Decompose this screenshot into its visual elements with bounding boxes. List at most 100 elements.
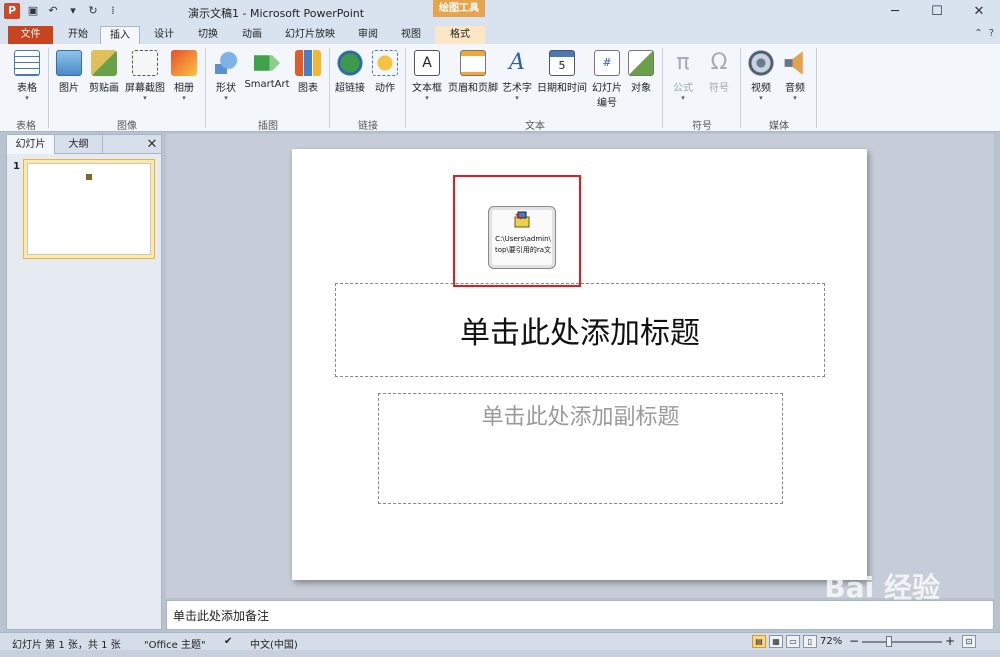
textbox-button[interactable]: A 文本框 ▾: [410, 50, 444, 102]
audio-button[interactable]: 音频 ▾: [780, 50, 810, 102]
tab-slides[interactable]: 幻灯片: [7, 135, 55, 154]
picture-button[interactable]: 图片: [54, 50, 84, 94]
wordart-icon: A: [509, 50, 525, 75]
slide-canvas[interactable]: C:\Users\admin\ top\要引用的ra文 单击此处添加标题 单击此…: [292, 149, 867, 580]
title-bar: P ▣ ↶ ▾ ↻ ⁞ 演示文稿1 - Microsoft PowerPoint…: [0, 0, 1000, 24]
smartart-icon: [254, 55, 280, 71]
reading-view-icon[interactable]: ▭: [786, 635, 800, 648]
zoom-slider-track[interactable]: [862, 641, 942, 643]
ribbon: 表格 ▾ 表格 图片 剪贴画 屏幕截图 ▾ 相册 ▾ 图像 形状 ▾ Smart…: [0, 44, 1000, 132]
embedded-object-path: C:\Users\admin\ top\要引用的ra文: [492, 234, 554, 256]
chart-label: 图表: [298, 83, 318, 94]
window-title: 演示文稿1 - Microsoft PowerPoint: [188, 7, 365, 20]
embedded-object[interactable]: C:\Users\admin\ top\要引用的ra文: [488, 206, 556, 269]
slide-number-button[interactable]: # 幻灯片 编号: [590, 50, 624, 109]
chevron-down-icon: ▾: [25, 94, 29, 102]
notes-placeholder: 单击此处添加备注: [173, 609, 270, 623]
slide-number-label-2: 编号: [597, 98, 617, 109]
group-label-symbols: 符号: [692, 121, 712, 132]
slideshow-view-icon[interactable]: ▯: [803, 635, 817, 648]
tab-insert[interactable]: 插入: [100, 26, 140, 44]
tab-review[interactable]: 审阅: [348, 26, 388, 44]
tab-home[interactable]: 开始: [58, 26, 98, 44]
chevron-down-icon: ▾: [681, 94, 685, 102]
action-button[interactable]: 动作: [370, 50, 400, 94]
screenshot-icon: [132, 50, 158, 76]
bar-chart-icon: [295, 50, 321, 76]
chevron-down-icon[interactable]: ▾: [66, 4, 80, 18]
datetime-button[interactable]: 5 日期和时间: [536, 50, 588, 94]
tab-file[interactable]: 文件: [8, 26, 53, 44]
close-icon[interactable]: ✕: [143, 135, 161, 153]
shapes-button[interactable]: 形状 ▾: [212, 50, 240, 102]
equation-button[interactable]: π 公式 ▾: [668, 50, 698, 102]
object-icon: [628, 50, 654, 76]
table-button[interactable]: 表格 ▾: [10, 50, 44, 102]
context-tool-title: 绘图工具: [434, 0, 484, 17]
group-divider: [662, 48, 663, 128]
normal-view-icon[interactable]: ▤: [752, 635, 766, 648]
video-button[interactable]: 视频 ▾: [746, 50, 776, 102]
tab-animations[interactable]: 动画: [232, 26, 272, 44]
hyperlink-globe-icon: [337, 50, 363, 76]
group-divider: [205, 48, 206, 128]
chevron-down-icon: ▾: [425, 94, 429, 102]
album-button[interactable]: 相册 ▾: [170, 50, 198, 102]
baidu-watermark: Bai 经验: [824, 571, 940, 604]
object-button[interactable]: 对象: [626, 50, 656, 94]
album-label: 相册: [174, 83, 194, 94]
zoom-slider-thumb[interactable]: [886, 636, 892, 647]
language-status[interactable]: 中文(中国): [250, 636, 298, 651]
slide-thumbnail-canvas: [27, 163, 151, 255]
group-label-media: 媒体: [769, 121, 789, 132]
chevron-down-icon: ▾: [515, 94, 519, 102]
fit-to-window-icon[interactable]: ⊡: [962, 635, 976, 648]
powerpoint-logo-icon[interactable]: P: [4, 3, 20, 19]
tab-view[interactable]: 视图: [391, 26, 431, 44]
symbol-button[interactable]: Ω 符号: [704, 50, 734, 94]
theme-status[interactable]: "Office 主题": [144, 636, 206, 651]
header-footer-button[interactable]: 页眉和页脚: [446, 50, 500, 94]
group-divider: [48, 48, 49, 128]
close-button[interactable]: ✕: [958, 0, 1000, 24]
tab-transitions[interactable]: 切换: [188, 26, 228, 44]
group-label-images: 图像: [117, 121, 137, 132]
group-divider: [816, 48, 817, 128]
shapes-icon: [213, 50, 239, 76]
slide-thumbnail[interactable]: [23, 159, 155, 259]
group-label-tables: 表格: [16, 121, 36, 132]
spellcheck-icon[interactable]: ✔: [224, 636, 232, 647]
collapse-ribbon-icon[interactable]: ⌃: [974, 28, 982, 39]
help-icon[interactable]: ?: [989, 28, 994, 39]
smartart-button[interactable]: SmartArt: [244, 50, 290, 90]
maximize-button[interactable]: ☐: [916, 0, 958, 24]
zoom-out-button[interactable]: −: [849, 634, 859, 648]
group-label-illustrations: 插图: [258, 121, 278, 132]
group-divider: [405, 48, 406, 128]
object-label: 对象: [631, 83, 651, 94]
textbox-label: 文本框: [412, 83, 442, 94]
wordart-button[interactable]: A 艺术字 ▾: [500, 50, 534, 102]
title-placeholder[interactable]: 单击此处添加标题: [335, 283, 825, 377]
slides-pane: 幻灯片 大纲 ✕ 1: [6, 134, 162, 630]
chart-button[interactable]: 图表: [294, 50, 322, 94]
chevron-down-icon: ▾: [143, 94, 147, 102]
customize-qat-icon[interactable]: ⁞: [106, 4, 120, 18]
slide-sorter-view-icon[interactable]: ▦: [769, 635, 783, 648]
minimize-button[interactable]: ─: [874, 0, 916, 24]
save-icon[interactable]: ▣: [26, 4, 40, 18]
tab-slideshow[interactable]: 幻灯片放映: [276, 26, 344, 44]
chevron-down-icon: ▾: [182, 94, 186, 102]
tab-design[interactable]: 设计: [144, 26, 184, 44]
clipart-button[interactable]: 剪贴画: [88, 50, 120, 94]
redo-icon[interactable]: ↻: [86, 4, 100, 18]
tab-format[interactable]: 格式: [435, 26, 485, 44]
subtitle-placeholder[interactable]: 单击此处添加副标题: [378, 393, 783, 504]
tab-outline[interactable]: 大纲: [55, 135, 103, 154]
undo-icon[interactable]: ↶: [46, 4, 60, 18]
zoom-in-button[interactable]: +: [945, 634, 955, 648]
hyperlink-button[interactable]: 超链接: [334, 50, 366, 94]
screenshot-button[interactable]: 屏幕截图 ▾: [124, 50, 166, 102]
wordart-label: 艺术字: [502, 83, 532, 94]
zoom-level[interactable]: 72%: [820, 636, 842, 647]
